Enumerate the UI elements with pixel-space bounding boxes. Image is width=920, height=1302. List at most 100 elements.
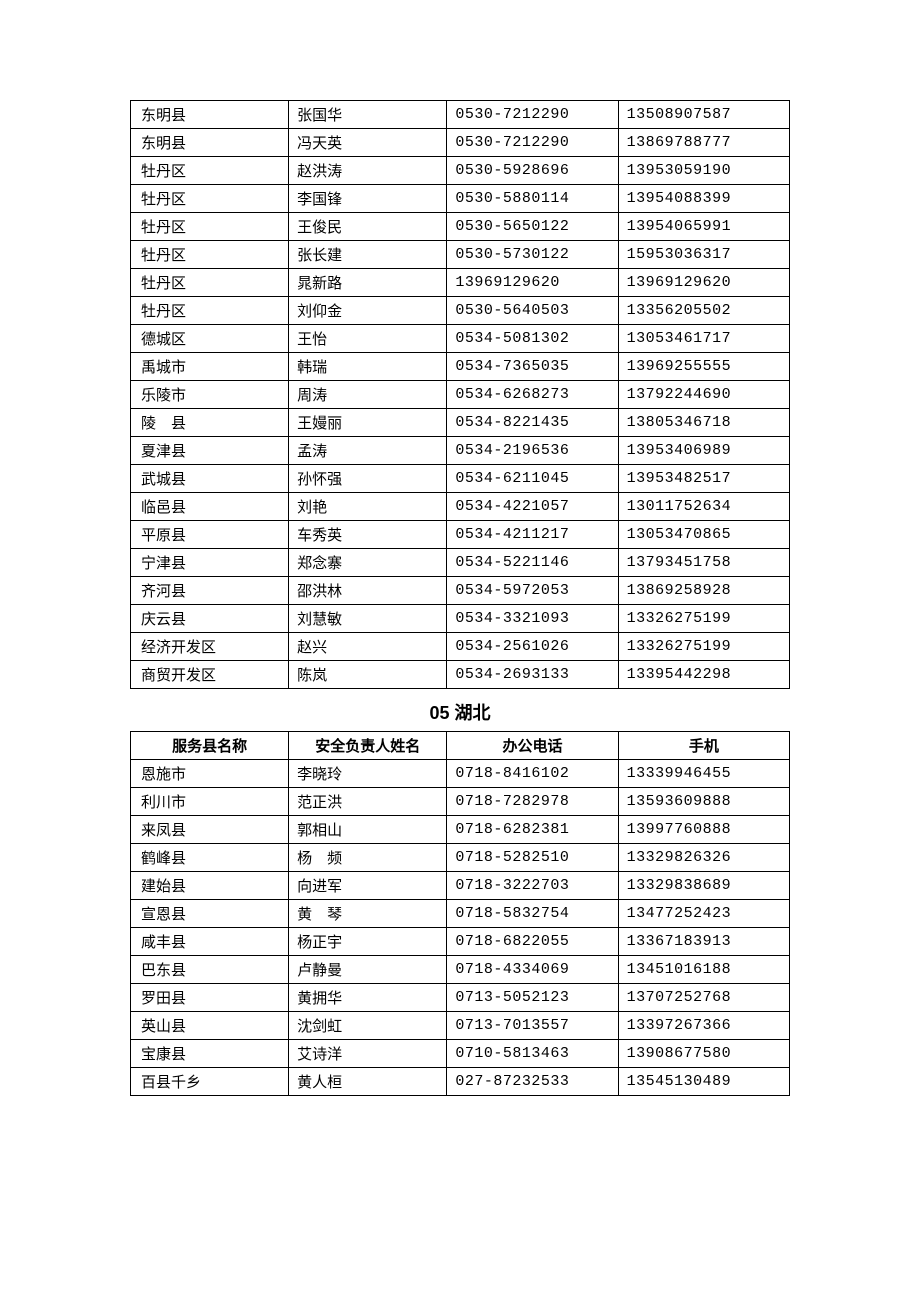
table-row: 东明县张国华0530-721229013508907587 [131, 101, 790, 129]
cell-name: 杨正宇 [289, 928, 447, 956]
cell-county: 武城县 [131, 465, 289, 493]
cell-name: 车秀英 [289, 521, 447, 549]
table-row: 英山县沈剑虹0713-701355713397267366 [131, 1012, 790, 1040]
cell-county: 百县千乡 [131, 1068, 289, 1096]
table-header-row: 服务县名称 安全负责人姓名 办公电话 手机 [131, 732, 790, 760]
cell-mobile: 13508907587 [618, 101, 789, 129]
cell-mobile: 13356205502 [618, 297, 789, 325]
cell-mobile: 13953059190 [618, 157, 789, 185]
cell-name: 周涛 [289, 381, 447, 409]
cell-mobile: 13707252768 [618, 984, 789, 1012]
cell-name: 张国华 [289, 101, 447, 129]
table-row: 巴东县卢静曼0718-433406913451016188 [131, 956, 790, 984]
cell-county: 平原县 [131, 521, 289, 549]
cell-office: 0718-6822055 [447, 928, 618, 956]
cell-office: 0530-5730122 [447, 241, 618, 269]
cell-name: 郭相山 [289, 816, 447, 844]
cell-office: 0718-6282381 [447, 816, 618, 844]
cell-mobile: 13953406989 [618, 437, 789, 465]
table-row: 商贸开发区陈岚0534-269313313395442298 [131, 661, 790, 689]
section-title-hubei: 05 湖北 [130, 689, 790, 731]
cell-mobile: 13869788777 [618, 129, 789, 157]
cell-mobile: 13969129620 [618, 269, 789, 297]
table-row: 武城县孙怀强0534-621104513953482517 [131, 465, 790, 493]
cell-county: 东明县 [131, 101, 289, 129]
cell-mobile: 13053461717 [618, 325, 789, 353]
header-mobile: 手机 [618, 732, 789, 760]
cell-office: 0530-5880114 [447, 185, 618, 213]
cell-mobile: 13954088399 [618, 185, 789, 213]
table-row: 平原县车秀英0534-421121713053470865 [131, 521, 790, 549]
cell-county: 罗田县 [131, 984, 289, 1012]
cell-name: 孟涛 [289, 437, 447, 465]
table-row: 禹城市韩瑞0534-736503513969255555 [131, 353, 790, 381]
cell-name: 王怡 [289, 325, 447, 353]
cell-county: 牡丹区 [131, 297, 289, 325]
cell-mobile: 13477252423 [618, 900, 789, 928]
cell-county: 宁津县 [131, 549, 289, 577]
cell-office: 0713-7013557 [447, 1012, 618, 1040]
table-row: 建始县向进军0718-322270313329838689 [131, 872, 790, 900]
cell-mobile: 13545130489 [618, 1068, 789, 1096]
cell-county: 宝康县 [131, 1040, 289, 1068]
cell-name: 陈岚 [289, 661, 447, 689]
cell-county: 经济开发区 [131, 633, 289, 661]
cell-county: 英山县 [131, 1012, 289, 1040]
cell-county: 牡丹区 [131, 269, 289, 297]
table-row: 宁津县郑念寨0534-522114613793451758 [131, 549, 790, 577]
cell-name: 黄拥华 [289, 984, 447, 1012]
table-row: 恩施市李晓玲0718-841610213339946455 [131, 760, 790, 788]
cell-mobile: 13339946455 [618, 760, 789, 788]
contacts-table-2: 服务县名称 安全负责人姓名 办公电话 手机 恩施市李晓玲0718-8416102… [130, 731, 790, 1096]
cell-office: 0718-5832754 [447, 900, 618, 928]
cell-name: 沈剑虹 [289, 1012, 447, 1040]
cell-office: 0534-5081302 [447, 325, 618, 353]
cell-name: 杨 频 [289, 844, 447, 872]
cell-name: 艾诗洋 [289, 1040, 447, 1068]
cell-name: 晁新路 [289, 269, 447, 297]
cell-mobile: 13326275199 [618, 605, 789, 633]
cell-office: 0534-4211217 [447, 521, 618, 549]
cell-name: 范正洪 [289, 788, 447, 816]
table-row: 临邑县刘艳0534-422105713011752634 [131, 493, 790, 521]
cell-county: 咸丰县 [131, 928, 289, 956]
cell-county: 牡丹区 [131, 157, 289, 185]
table-row: 宝康县艾诗洋0710-581346313908677580 [131, 1040, 790, 1068]
header-office: 办公电话 [447, 732, 618, 760]
cell-county: 商贸开发区 [131, 661, 289, 689]
cell-county: 恩施市 [131, 760, 289, 788]
cell-county: 陵 县 [131, 409, 289, 437]
table-row: 东明县冯天英0530-721229013869788777 [131, 129, 790, 157]
cell-office: 0710-5813463 [447, 1040, 618, 1068]
table-row: 牡丹区张长建0530-573012215953036317 [131, 241, 790, 269]
table-row: 乐陵市周涛0534-626827313792244690 [131, 381, 790, 409]
cell-office: 0718-7282978 [447, 788, 618, 816]
cell-mobile: 13397267366 [618, 1012, 789, 1040]
cell-mobile: 13805346718 [618, 409, 789, 437]
table-row: 夏津县孟涛0534-219653613953406989 [131, 437, 790, 465]
table-row: 牡丹区晁新路1396912962013969129620 [131, 269, 790, 297]
cell-name: 王嫚丽 [289, 409, 447, 437]
cell-county: 庆云县 [131, 605, 289, 633]
cell-name: 黄人桓 [289, 1068, 447, 1096]
cell-county: 来凤县 [131, 816, 289, 844]
cell-mobile: 13593609888 [618, 788, 789, 816]
cell-county: 临邑县 [131, 493, 289, 521]
cell-name: 向进军 [289, 872, 447, 900]
cell-office: 0530-7212290 [447, 101, 618, 129]
cell-mobile: 13329826326 [618, 844, 789, 872]
table-row: 百县千乡黄人桓027-8723253313545130489 [131, 1068, 790, 1096]
cell-office: 0534-2196536 [447, 437, 618, 465]
cell-office: 13969129620 [447, 269, 618, 297]
table-row: 牡丹区刘仰金0530-564050313356205502 [131, 297, 790, 325]
cell-name: 刘艳 [289, 493, 447, 521]
table-row: 来凤县郭相山0718-628238113997760888 [131, 816, 790, 844]
cell-mobile: 13969255555 [618, 353, 789, 381]
cell-county: 巴东县 [131, 956, 289, 984]
table-row: 宣恩县黄 琴0718-583275413477252423 [131, 900, 790, 928]
cell-mobile: 13053470865 [618, 521, 789, 549]
cell-mobile: 13954065991 [618, 213, 789, 241]
cell-office: 0718-3222703 [447, 872, 618, 900]
cell-mobile: 13792244690 [618, 381, 789, 409]
cell-office: 0713-5052123 [447, 984, 618, 1012]
